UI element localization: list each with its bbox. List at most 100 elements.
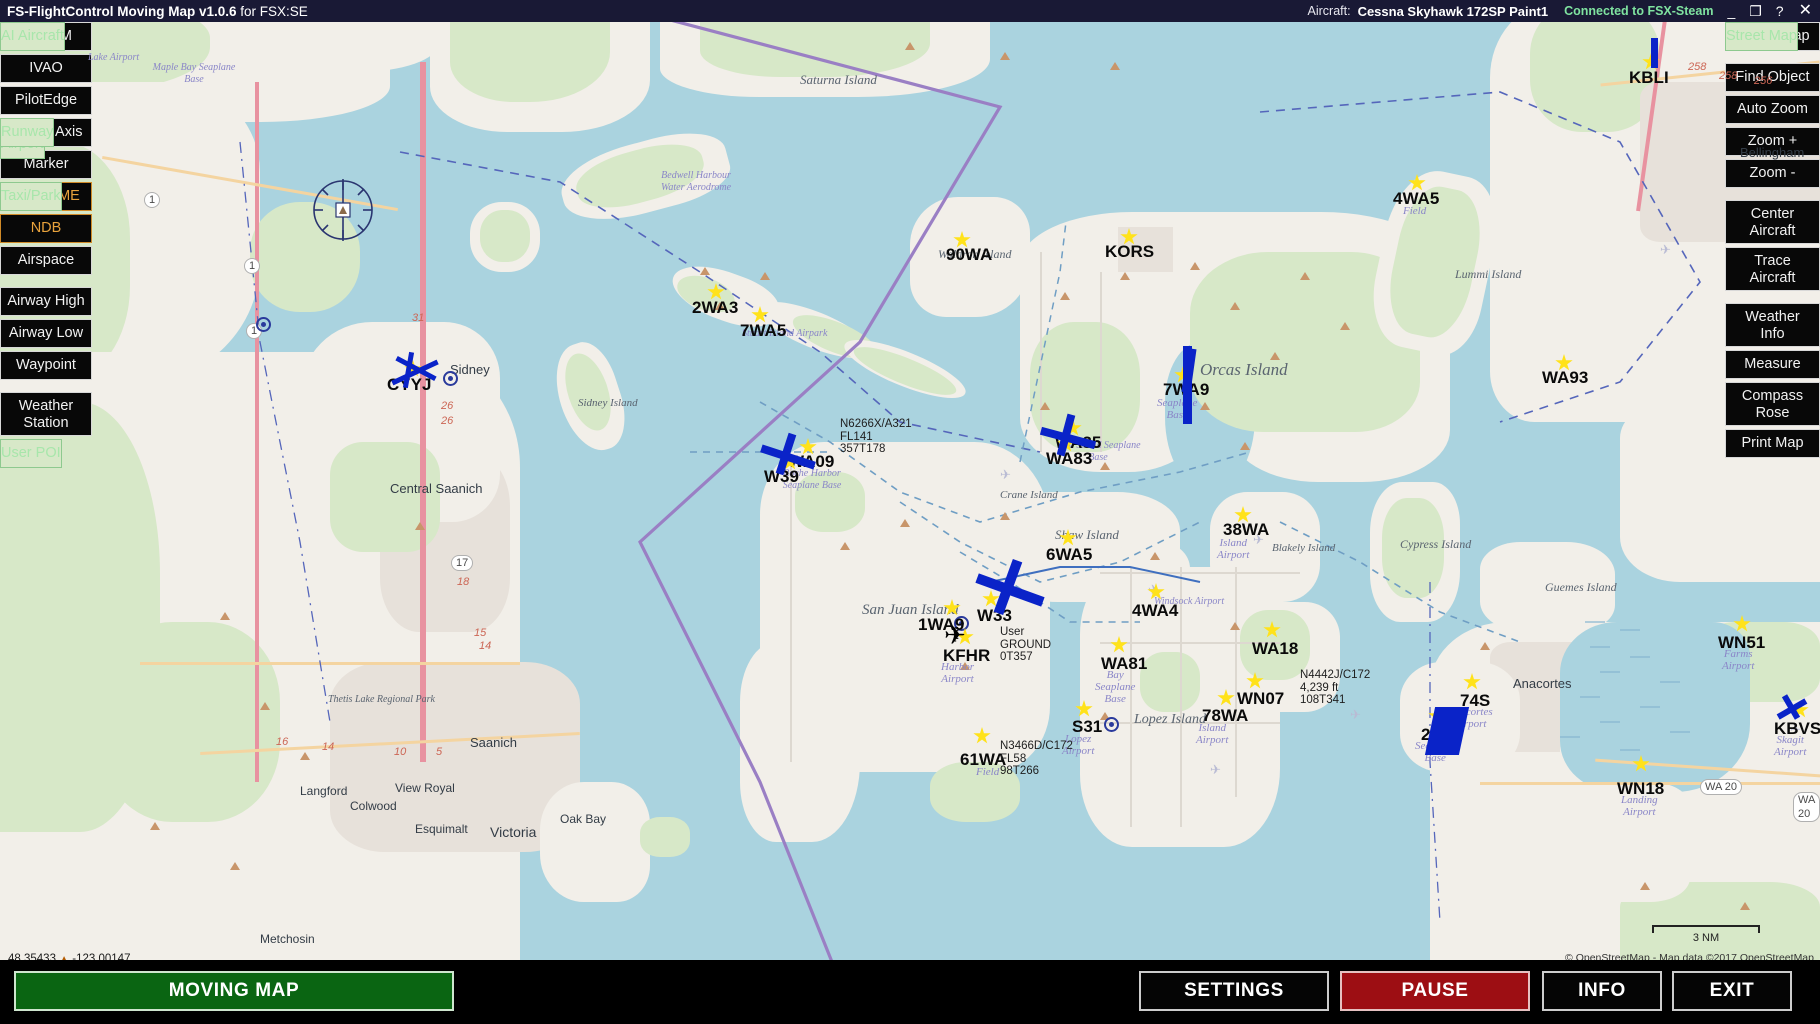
- airport-code-label: KBLI: [1629, 68, 1669, 88]
- airport-name-label: Island Airport: [1217, 537, 1249, 561]
- highway-shield-14: 14: [318, 740, 338, 754]
- airport-code-label: WA83: [1046, 449, 1092, 469]
- airport-name-label: Bay Seaplane Base: [1095, 669, 1135, 705]
- map-viewport[interactable]: ✈ ✈ ✈ ✈ ✈ ✈ ✈: [0, 22, 1820, 960]
- coordinate-marker-icon: ▲: [59, 954, 69, 960]
- title-bar: FS-FlightControl Moving Map v1.0.6 for F…: [0, 0, 1820, 22]
- settings-button[interactable]: SETTINGS: [1139, 971, 1329, 1011]
- place-label-colwood: Colwood: [350, 799, 397, 813]
- title-bar-left: FS-FlightControl Moving Map v1.0.6 for F…: [0, 4, 308, 19]
- app-title: FS-FlightControl Moving Map v1.0.6: [7, 4, 237, 19]
- left-button-runway[interactable]: Runway: [0, 118, 54, 147]
- airport-name-label: Field: [976, 766, 999, 778]
- compass-rose: [310, 177, 376, 243]
- ai-aircraft-silhouette: ✈: [1210, 762, 1221, 778]
- right-button-zoom[interactable]: Zoom -: [1725, 159, 1820, 188]
- right-button-measure[interactable]: Measure: [1725, 350, 1820, 379]
- right-button-label-line: Aircraft: [1726, 270, 1819, 287]
- ai-traffic-label-line: FL58: [1000, 753, 1073, 766]
- airport-code-label: WA18: [1252, 639, 1298, 659]
- ai-aircraft-silhouette: ✈: [1660, 242, 1671, 258]
- bottom-toolbar: MOVING MAP SETTINGS PAUSE INFO EXIT: [0, 960, 1820, 1024]
- info-button[interactable]: INFO: [1542, 971, 1662, 1011]
- scale-bar-label: 3 NM: [1652, 932, 1760, 944]
- right-button-label-line: Rose: [1726, 405, 1819, 422]
- left-button-ndb[interactable]: NDB: [0, 214, 92, 243]
- airport-code-label: WA93: [1542, 368, 1588, 388]
- aircraft-name: Cessna Skyhawk 172SP Paint1: [1358, 4, 1549, 19]
- ai-traffic-label-line: FL141: [840, 431, 912, 444]
- left-button-weather-station[interactable]: WeatherStation: [0, 392, 92, 436]
- place-label-central-saanich: Central Saanich: [390, 481, 483, 496]
- airport-code-label: 2WA3: [692, 298, 738, 318]
- ai-traffic-label-line: N6266X/A321: [840, 418, 912, 431]
- left-button-waypoint[interactable]: Waypoint: [0, 351, 92, 380]
- place-label-langford: Langford: [300, 784, 347, 798]
- right-button-weather-info[interactable]: WeatherInfo: [1725, 303, 1820, 347]
- right-button-label-line: Trace: [1726, 253, 1819, 270]
- highway-shield-15: 15: [470, 626, 490, 640]
- ai-aircraft-silhouette: ✈: [1000, 467, 1011, 483]
- place-label-thetis-lake-regional-park: Thetis Lake Regional Park: [328, 694, 435, 705]
- place-label-esquimalt: Esquimalt: [415, 822, 468, 836]
- osm-attribution: © OpenStreetMap - Map data ©2017 OpenStr…: [1565, 952, 1814, 960]
- ai-traffic-label-line: N4442J/C172: [1300, 669, 1370, 682]
- place-label-oak-bay: Oak Bay: [560, 812, 606, 826]
- left-button-airway-high[interactable]: Airway High: [0, 287, 92, 316]
- left-button-user-poi[interactable]: User POI: [0, 439, 62, 468]
- place-label-metchosin: Metchosin: [260, 932, 315, 946]
- ai-traffic-label: N6266X/A321FL141357T178: [840, 418, 912, 456]
- place-label-saanich: Saanich: [470, 735, 517, 750]
- airport-name-label: Landing Airport: [1621, 794, 1658, 818]
- airport-name-label: Skagit Airport: [1774, 734, 1806, 758]
- right-button-compass-rose[interactable]: CompassRose: [1725, 382, 1820, 426]
- place-label-blakely-island: Blakely Island: [1272, 542, 1335, 554]
- left-button-taxi-park[interactable]: Taxi/Park: [0, 182, 62, 211]
- exit-button[interactable]: EXIT: [1672, 971, 1792, 1011]
- right-button-trace-aircraft[interactable]: TraceAircraft: [1725, 247, 1820, 291]
- left-button-pilotedge[interactable]: PilotEdge: [0, 86, 92, 115]
- right-button-label-line: Info: [1726, 326, 1819, 343]
- right-button-auto-zoom[interactable]: Auto Zoom: [1725, 95, 1820, 124]
- left-button-label-line: Weather: [1, 398, 91, 415]
- ai-traffic-label-line: 98T266: [1000, 765, 1073, 778]
- highway-shield-26: 26: [437, 414, 457, 428]
- vor-symbol: [1104, 717, 1119, 732]
- highway-shield-31: 31: [408, 311, 428, 325]
- place-label-victoria: Victoria: [490, 824, 536, 840]
- left-button-ivao[interactable]: IVAO: [0, 54, 92, 83]
- user-aircraft-marker[interactable]: ✈: [944, 622, 966, 648]
- moving-map-button[interactable]: MOVING MAP: [14, 971, 454, 1011]
- left-button-ai-aircraft[interactable]: AI Aircraft: [0, 22, 65, 51]
- left-button-airway-low[interactable]: Airway Low: [0, 319, 92, 348]
- map-canvas[interactable]: ✈ ✈ ✈ ✈ ✈ ✈ ✈: [0, 22, 1820, 960]
- ai-aircraft-silhouette: ✈: [1350, 707, 1361, 723]
- minimize-icon[interactable]: _: [1727, 0, 1735, 22]
- connection-status: Connected to FSX-Steam: [1564, 4, 1713, 18]
- ai-traffic-label-line: 108T341: [1300, 694, 1370, 707]
- airport-code-label: KORS: [1105, 242, 1154, 262]
- airport-code-label: 90WA: [946, 245, 992, 265]
- ai-traffic-label: N4442J/C1724,239 ft108T341: [1300, 669, 1370, 707]
- map-scale-bar: 3 NM: [1652, 925, 1760, 944]
- place-label-bedwell-harbour-water-aerodrome: Bedwell Harbour Water Aerodrome: [650, 170, 742, 194]
- highway-shield-258: 258: [1684, 60, 1710, 74]
- user-aircraft-label-line3: 0T357: [1000, 651, 1051, 664]
- right-button-print-map[interactable]: Print Map: [1725, 429, 1820, 458]
- right-button-street-map[interactable]: Street Map: [1725, 22, 1798, 51]
- highway-shield-14: 14: [475, 639, 495, 653]
- left-button-airspace[interactable]: Airspace: [0, 246, 92, 275]
- airport-code-label: 7WA5: [740, 321, 786, 341]
- close-icon[interactable]: ✕: [1799, 0, 1812, 22]
- help-icon[interactable]: ?: [1776, 0, 1784, 22]
- user-aircraft-label-line2: GROUND: [1000, 639, 1051, 652]
- coordinate-lat: 48.35433: [8, 953, 56, 960]
- highway-shield-17: 17: [451, 555, 473, 571]
- restore-icon[interactable]: ❐: [1749, 0, 1762, 22]
- place-label-orcas-island: Orcas Island: [1200, 360, 1288, 380]
- place-label-cypress-island: Cypress Island: [1400, 537, 1471, 552]
- ai-traffic-label-line: N3466D/C172: [1000, 740, 1073, 753]
- right-button-center-aircraft[interactable]: CenterAircraft: [1725, 200, 1820, 244]
- pause-button[interactable]: PAUSE: [1340, 971, 1530, 1011]
- ai-traffic-label: N3466D/C172FL5898T266: [1000, 740, 1073, 778]
